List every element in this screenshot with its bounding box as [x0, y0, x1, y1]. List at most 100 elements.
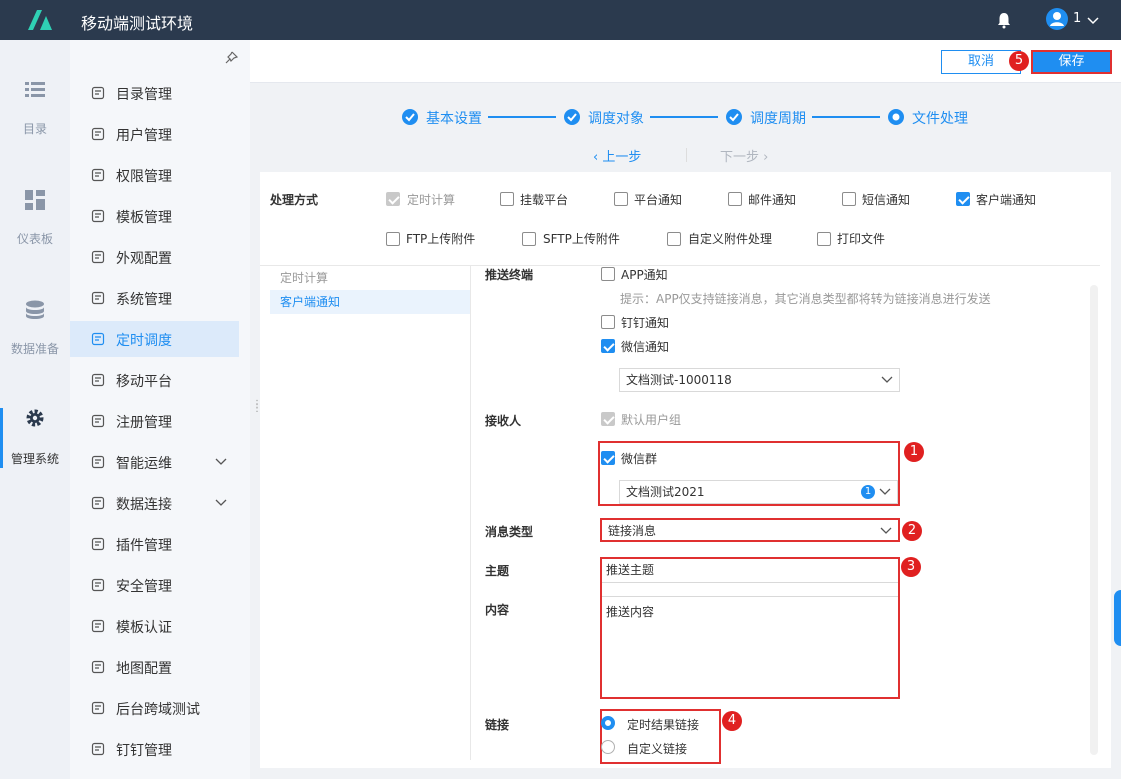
processing-option-label: 邮件通知: [748, 193, 797, 207]
chevron-down-icon: [881, 376, 893, 383]
prev-step-button[interactable]: ‹ 上一步: [593, 146, 641, 165]
processing-option-checkbox[interactable]: [842, 192, 856, 206]
sidebar-item-label: 后台跨域测试: [116, 702, 200, 718]
register-icon: [91, 414, 105, 428]
rail-label: 数据准备: [10, 342, 59, 356]
paint-icon: [91, 250, 105, 264]
sidebar-item-16[interactable]: 钉钉管理: [70, 731, 239, 767]
avatar[interactable]: [1046, 8, 1068, 30]
check-circle-icon: [402, 109, 418, 125]
app-notify-checkbox[interactable]: [601, 267, 615, 281]
next-step-button[interactable]: 下一步 ›: [720, 146, 768, 165]
wechat-group-select[interactable]: 文档测试2021: [619, 480, 898, 504]
link-label: 链接: [485, 718, 510, 732]
user-name[interactable]: 1: [1073, 11, 1081, 26]
user-icon: [1050, 12, 1064, 26]
chevron-down-icon[interactable]: [215, 498, 227, 508]
rail-item-dashboard[interactable]: 仪表板: [0, 190, 70, 280]
ops-icon: [91, 455, 105, 469]
step-connector: [488, 116, 556, 118]
list-item-scheduled-calc[interactable]: 定时计算: [270, 266, 470, 290]
sidebar-item-label: 安全管理: [116, 579, 172, 595]
wechat-group-value: 文档测试2021: [626, 485, 705, 499]
processing-option-checkbox[interactable]: [522, 232, 536, 246]
sidebar-item-14[interactable]: 地图配置: [70, 649, 239, 685]
pin-icon[interactable]: [224, 51, 238, 65]
sidebar-item-5[interactable]: 系统管理: [70, 280, 239, 316]
processing-option-checkbox[interactable]: [386, 232, 400, 246]
sidebar-item-label: 插件管理: [116, 538, 172, 554]
processing-option-checkbox[interactable]: [956, 192, 970, 206]
sidebar-item-13[interactable]: 模板认证: [70, 608, 239, 644]
sidebar-item-2[interactable]: 权限管理: [70, 157, 239, 193]
processing-option-checkbox[interactable]: [614, 192, 628, 206]
sidebar-item-6[interactable]: 定时调度: [70, 321, 239, 357]
check-circle-icon: [564, 109, 580, 125]
processing-option-checkbox[interactable]: [817, 232, 831, 246]
rail-item-manage-system[interactable]: 管理系统: [0, 408, 70, 468]
receiver-label: 接收人: [485, 414, 522, 428]
wechat-app-select[interactable]: 文档测试-1000118: [619, 368, 900, 392]
sidebar-item-1[interactable]: 用户管理: [70, 116, 239, 152]
step-file-processing[interactable]: 文件处理: [912, 108, 968, 128]
link-result-label: 定时结果链接: [627, 718, 700, 732]
annotation-badge-5: 5: [1009, 51, 1029, 71]
step-schedule-object[interactable]: 调度对象: [588, 108, 644, 128]
subject-input[interactable]: 推送主题: [602, 559, 898, 583]
scrollbar[interactable]: [1090, 285, 1098, 755]
link-custom-radio[interactable]: [601, 740, 615, 754]
dashboard-icon: [25, 190, 45, 210]
content-textarea[interactable]: 推送内容: [602, 603, 898, 695]
content-label: 内容: [485, 603, 510, 617]
step-schedule-period[interactable]: 调度周期: [750, 108, 806, 128]
step-connector: [650, 116, 718, 118]
link-result-radio[interactable]: [601, 716, 615, 730]
message-type-select[interactable]: 链接消息: [600, 518, 900, 542]
rail-item-data-prep[interactable]: 数据准备: [0, 300, 70, 390]
sidebar-item-label: 系统管理: [116, 292, 172, 308]
wechat-notify-label: 微信通知: [621, 340, 670, 354]
prev-step-label: 上一步: [602, 150, 642, 165]
step-basic-settings[interactable]: 基本设置: [426, 108, 482, 128]
sidebar-item-10[interactable]: 数据连接: [70, 485, 239, 521]
chevron-down-icon[interactable]: [1087, 14, 1099, 26]
link-custom-label: 自定义链接: [627, 742, 688, 756]
timer-icon: [91, 332, 105, 346]
sidebar-item-7[interactable]: 移动平台: [70, 362, 239, 398]
sidebar-item-4[interactable]: 外观配置: [70, 239, 239, 275]
sidebar-item-9[interactable]: 智能运维: [70, 444, 239, 480]
message-type-label: 消息类型: [485, 525, 534, 539]
sidebar-item-label: 权限管理: [116, 169, 172, 185]
bell-icon[interactable]: [996, 11, 1012, 29]
processing-option-checkbox[interactable]: [728, 192, 742, 206]
sidebar-item-15[interactable]: 后台跨域测试: [70, 690, 239, 726]
subject-underline: [602, 583, 898, 597]
chevron-right-icon: ›: [759, 150, 769, 165]
processing-option-checkbox[interactable]: [500, 192, 514, 206]
dingtalk-notify-checkbox[interactable]: [601, 315, 615, 329]
floating-edge-button[interactable]: [1114, 590, 1121, 646]
message-type-value: 链接消息: [608, 524, 657, 538]
annotation-badge-3: 3: [901, 557, 921, 577]
processing-option-checkbox[interactable]: [667, 232, 681, 246]
sidebar-item-3[interactable]: 模板管理: [70, 198, 239, 234]
sidebar-item-0[interactable]: 目录管理: [70, 75, 239, 111]
default-group-label: 默认用户组: [621, 413, 682, 427]
wechat-notify-checkbox[interactable]: [601, 339, 615, 353]
sidebar-item-11[interactable]: 插件管理: [70, 526, 239, 562]
sidebar-item-label: 定时调度: [116, 333, 172, 349]
app-notify-label: APP通知: [621, 268, 668, 282]
chevron-down-icon: [880, 527, 892, 534]
chevron-down-icon[interactable]: [215, 457, 227, 467]
list-icon: [25, 82, 45, 97]
template-icon: [91, 209, 105, 223]
rail-label: 仪表板: [16, 232, 53, 246]
sidebar-item-label: 智能运维: [116, 456, 172, 472]
wechat-group-checkbox[interactable]: [601, 451, 615, 465]
sidebar-item-8[interactable]: 注册管理: [70, 403, 239, 439]
list-item-client-notify[interactable]: 客户端通知: [270, 290, 470, 314]
processing-option-label: 挂载平台: [520, 193, 569, 207]
sidebar-item-12[interactable]: 安全管理: [70, 567, 239, 603]
rail-item-catalog[interactable]: 目录: [0, 80, 70, 170]
save-button[interactable]: 保存: [1031, 50, 1112, 74]
